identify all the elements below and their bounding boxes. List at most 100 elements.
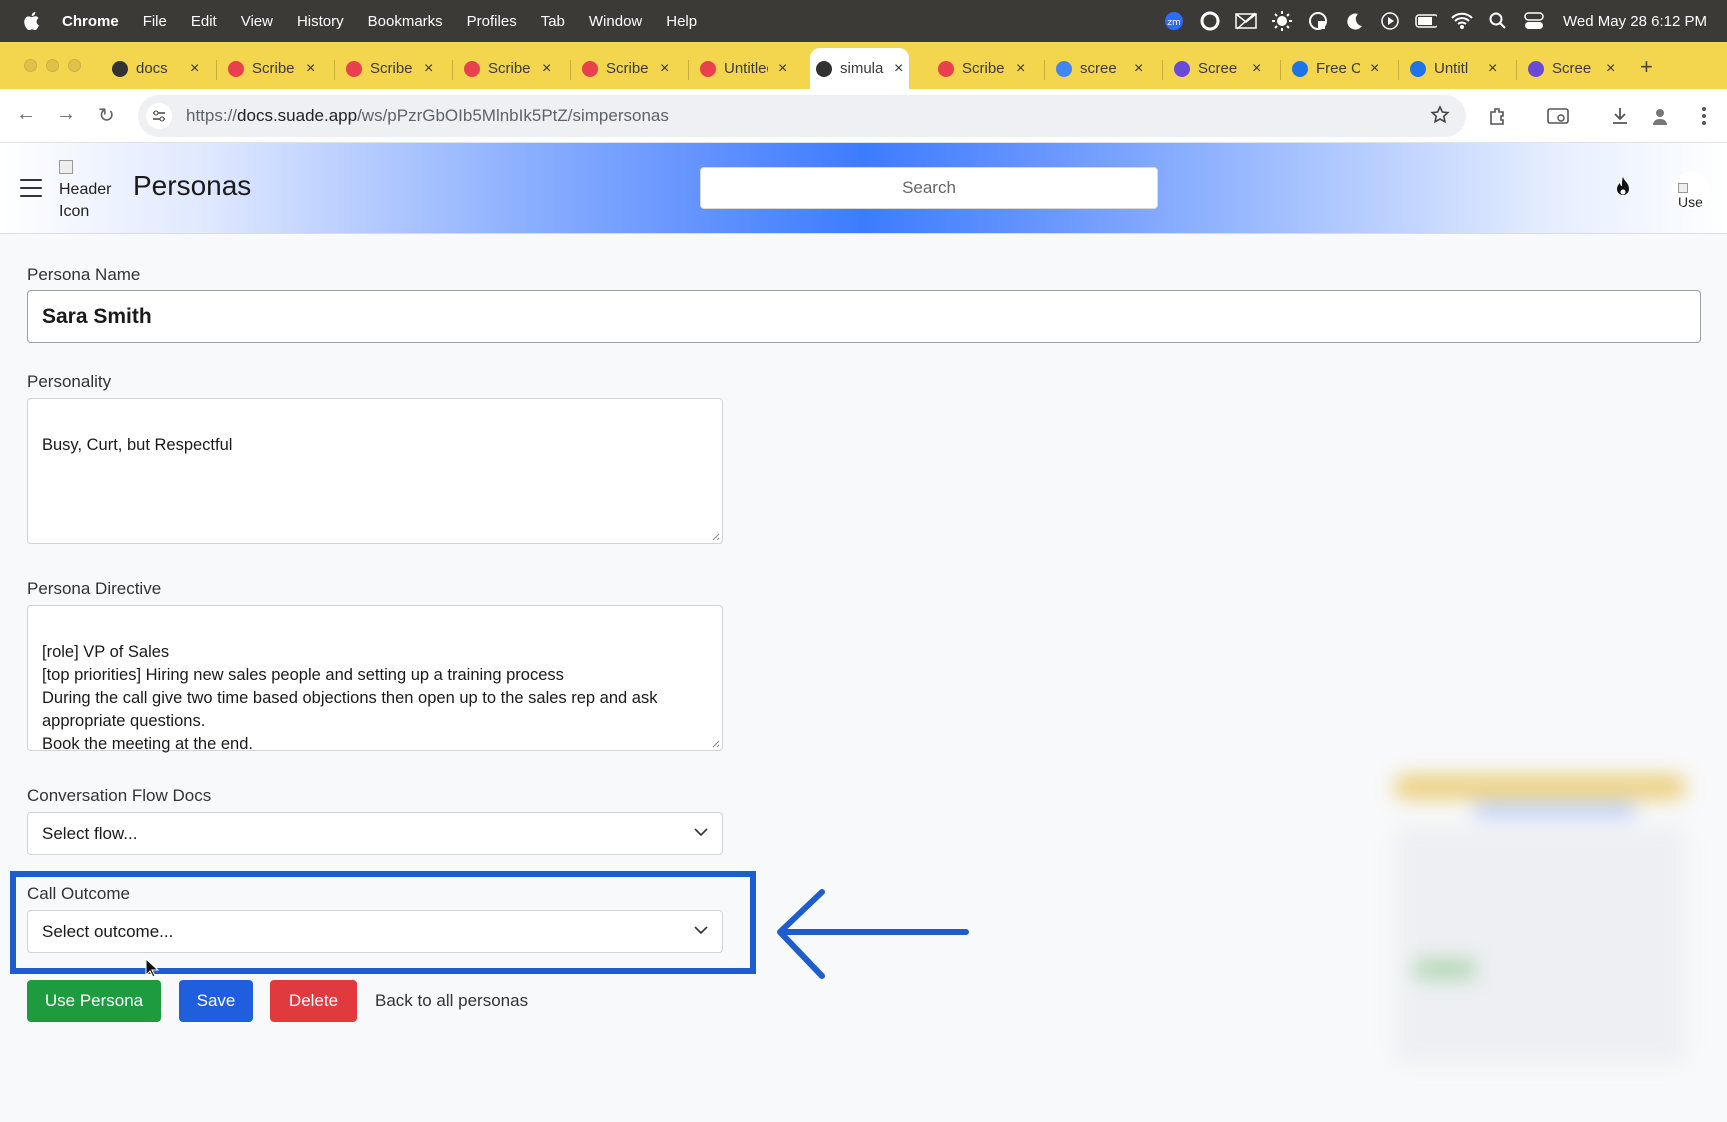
conversation-flow-select[interactable]: Select flow...	[27, 812, 723, 855]
browser-tab[interactable]: Scribe ×	[458, 48, 551, 89]
save-button[interactable]: Save	[179, 980, 253, 1022]
browser-tab[interactable]: docs ×	[106, 48, 199, 89]
use-persona-button[interactable]: Use Persona	[27, 980, 161, 1022]
shield-icon[interactable]	[1307, 10, 1329, 32]
personality-textarea[interactable]: Busy, Curt, but Respectful	[27, 398, 723, 544]
menu-profiles[interactable]: Profiles	[467, 13, 517, 30]
browser-tab[interactable]: scree ×	[1050, 48, 1143, 89]
c-icon	[1410, 60, 1426, 77]
close-tab-icon[interactable]: ×	[1488, 60, 1497, 78]
browser-tab[interactable]: Free C ×	[1286, 48, 1379, 89]
tab-title: Scribe	[962, 60, 1005, 77]
browser-tab[interactable]: Scree ×	[1168, 48, 1261, 89]
profile-icon[interactable]	[1649, 105, 1671, 127]
browser-tab[interactable]: Scree ×	[1522, 48, 1615, 89]
zoom-icon[interactable]: zm	[1163, 10, 1185, 32]
close-tab-icon[interactable]: ×	[424, 60, 433, 78]
window-close-button[interactable]	[24, 59, 37, 72]
menu-app-name[interactable]: Chrome	[62, 13, 119, 30]
reload-icon[interactable]: ↻	[98, 103, 115, 128]
persona-directive-textarea[interactable]: [role] VP of Sales [top priorities] Hiri…	[27, 605, 723, 753]
close-tab-icon[interactable]: ×	[1134, 60, 1143, 78]
menu-view[interactable]: View	[241, 13, 273, 30]
tab-search-icon[interactable]	[1547, 105, 1569, 127]
browser-tab[interactable]: Scribe ×	[222, 48, 315, 89]
tab-separator	[334, 60, 335, 80]
new-tab-button[interactable]: +	[1640, 54, 1653, 80]
rainbow-icon	[464, 60, 480, 77]
mouse-cursor-icon	[145, 958, 159, 978]
browser-tab[interactable]: Scribe ×	[340, 48, 433, 89]
bookmark-star-icon[interactable]	[1430, 105, 1450, 130]
app-header: Header Icon Personas Search Use	[0, 143, 1727, 234]
close-tab-icon[interactable]: ×	[542, 60, 551, 78]
tab-separator	[1280, 60, 1281, 80]
personality-text: Busy, Curt, but Respectful	[42, 436, 233, 454]
menubar-clock[interactable]: Wed May 28 6:12 PM	[1563, 13, 1707, 30]
browser-tab[interactable]: Scribe ×	[576, 48, 669, 89]
suade-icon	[112, 60, 128, 77]
menu-file[interactable]: File	[143, 13, 167, 30]
user-avatar[interactable]: Use	[1672, 171, 1710, 209]
delete-button[interactable]: Delete	[270, 980, 357, 1022]
close-tab-icon[interactable]: ×	[1370, 60, 1379, 78]
scribe-icon	[228, 60, 244, 77]
back-to-personas-link[interactable]: Back to all personas	[375, 980, 528, 1022]
close-tab-icon[interactable]: ×	[778, 60, 787, 78]
window-controls[interactable]	[24, 59, 90, 72]
browser-tab[interactable]: Untitl ×	[1404, 48, 1497, 89]
browser-tab[interactable]: simula ×	[810, 48, 910, 89]
header-icon-image[interactable]: Header Icon	[59, 157, 119, 221]
control-center-icon[interactable]	[1523, 10, 1545, 32]
hamburger-menu-icon[interactable]	[20, 179, 42, 197]
c-icon	[1292, 60, 1308, 77]
moon-icon[interactable]	[1343, 10, 1365, 32]
back-arrow-icon[interactable]: ←	[16, 103, 36, 126]
menu-help[interactable]: Help	[666, 13, 697, 30]
close-tab-icon[interactable]: ×	[894, 60, 903, 78]
site-settings-icon[interactable]	[146, 103, 172, 129]
record-icon[interactable]	[1199, 10, 1221, 32]
mail-off-icon[interactable]	[1235, 10, 1257, 32]
more-menu-icon[interactable]	[1693, 105, 1715, 127]
browser-tab[interactable]: Untitled ×	[694, 48, 787, 89]
extensions-icon[interactable]	[1486, 105, 1508, 127]
browser-tab[interactable]: Scribe ×	[932, 48, 1025, 89]
window-zoom-button[interactable]	[68, 59, 81, 72]
resize-grip-icon[interactable]	[710, 531, 720, 541]
close-tab-icon[interactable]: ×	[190, 60, 199, 78]
menu-history[interactable]: History	[297, 13, 344, 30]
blurred-panel	[1385, 765, 1695, 1075]
menu-edit[interactable]: Edit	[191, 13, 217, 30]
search-icon[interactable]	[1487, 10, 1509, 32]
search-input[interactable]: Search	[700, 167, 1158, 209]
close-tab-icon[interactable]: ×	[660, 60, 669, 78]
tab-separator	[216, 60, 217, 80]
sun-icon[interactable]	[1271, 10, 1293, 32]
call-outcome-select[interactable]: Select outcome...	[27, 910, 723, 953]
menu-window[interactable]: Window	[589, 13, 642, 30]
close-tab-icon[interactable]: ×	[1016, 60, 1025, 78]
close-tab-icon[interactable]: ×	[1606, 60, 1615, 78]
persona-name-input[interactable]: Sara Smith	[27, 290, 1701, 343]
download-icon[interactable]	[1609, 105, 1631, 127]
window-minimize-button[interactable]	[46, 59, 59, 72]
tab-title: Scribe	[370, 60, 413, 77]
resize-grip-icon[interactable]	[710, 738, 720, 748]
header-icon-alt-2: Icon	[59, 203, 90, 220]
flame-icon[interactable]	[1610, 175, 1636, 201]
close-tab-icon[interactable]: ×	[306, 60, 315, 78]
wifi-icon[interactable]	[1451, 10, 1473, 32]
address-bar[interactable]: https://docs.suade.app/ws/pPzrGbOIb5Mlnb…	[138, 95, 1466, 137]
chevron-down-icon	[694, 828, 708, 837]
forward-arrow-icon[interactable]: →	[56, 103, 76, 126]
close-tab-icon[interactable]: ×	[1252, 60, 1261, 78]
macos-menu-bar: Chrome File Edit View History Bookmarks …	[0, 0, 1727, 42]
broken-image-icon	[1678, 183, 1688, 193]
menu-tab[interactable]: Tab	[541, 13, 565, 30]
play-icon[interactable]	[1379, 10, 1401, 32]
gear-icon	[1174, 60, 1190, 77]
battery-icon[interactable]	[1415, 10, 1438, 32]
apple-logo-icon[interactable]	[22, 11, 40, 31]
menu-bookmarks[interactable]: Bookmarks	[368, 13, 443, 30]
